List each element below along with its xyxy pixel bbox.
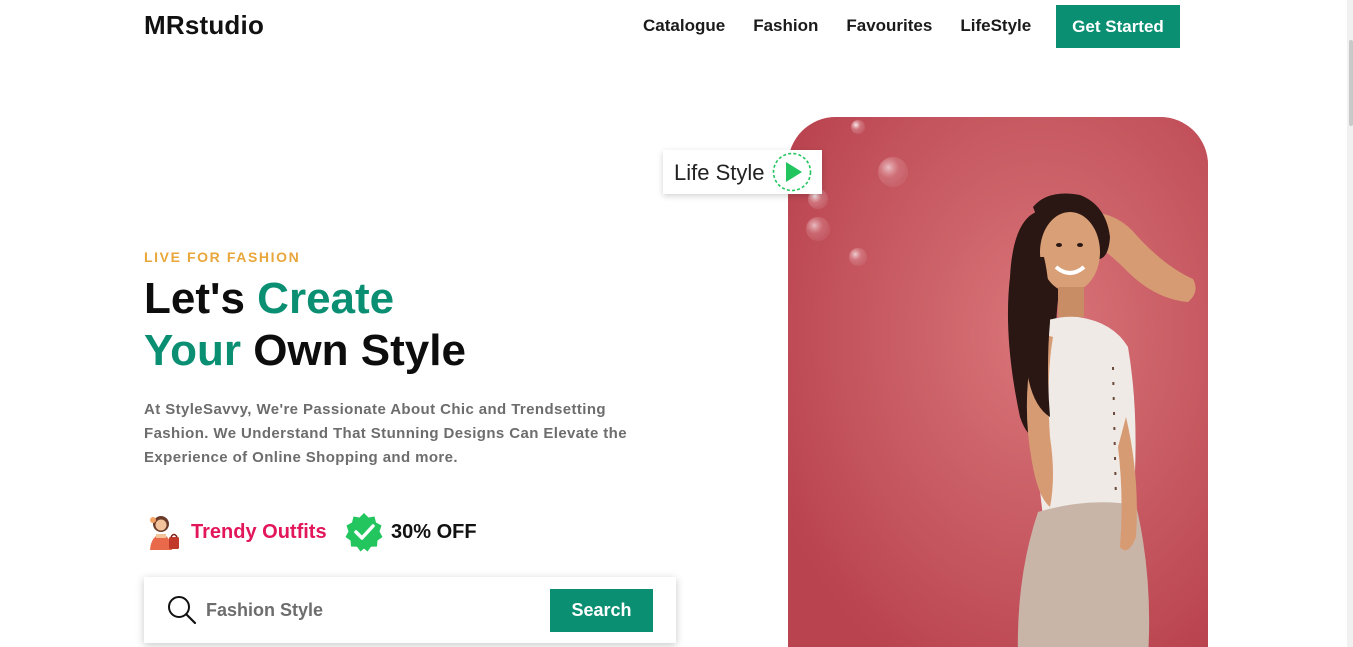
headline-word-create: Create [257, 274, 395, 323]
hero-eyebrow: LIVE FOR FASHION [144, 249, 301, 265]
feature-label: Trendy Outfits [191, 520, 327, 543]
hero-description: At StyleSavvy, We're Passionate About Ch… [144, 401, 627, 466]
feature-label: 30% OFF [391, 520, 477, 543]
headline-word-lets: Let's [144, 274, 245, 323]
nav-lifestyle[interactable]: LifeStyle [960, 16, 1031, 36]
site-logo[interactable]: MRstudio [144, 10, 264, 41]
search-bar: Search [144, 577, 676, 643]
main-nav: Catalogue Fashion Favourites LifeStyle [643, 16, 1059, 36]
page-scrollbar[interactable] [1347, 0, 1353, 647]
video-pill-label: Life Style [674, 160, 765, 185]
search-icon [168, 596, 197, 625]
search-button[interactable]: Search [550, 589, 653, 632]
get-started-button[interactable]: Get Started [1056, 5, 1180, 48]
nav-catalogue[interactable]: Catalogue [643, 16, 725, 36]
lifestyle-video-pill[interactable]: Life Style [663, 150, 822, 194]
feature-discount: 30% OFF [344, 512, 477, 552]
nav-favourites[interactable]: Favourites [846, 16, 932, 36]
hero-photo [788, 117, 1208, 647]
scrollbar-thumb[interactable] [1349, 40, 1353, 126]
search-input[interactable] [206, 595, 536, 625]
nav-fashion[interactable]: Fashion [753, 16, 818, 36]
headline-word-own-style: Own Style [253, 326, 466, 375]
headline-word-your: Your [144, 326, 241, 375]
hero-headline: Let's Create Your Own Style [144, 273, 466, 377]
verified-badge-icon [344, 512, 384, 552]
play-icon[interactable] [772, 152, 812, 192]
feature-trendy-outfits: Trendy Outfits [144, 512, 327, 552]
shopper-avatar-icon [144, 512, 184, 552]
